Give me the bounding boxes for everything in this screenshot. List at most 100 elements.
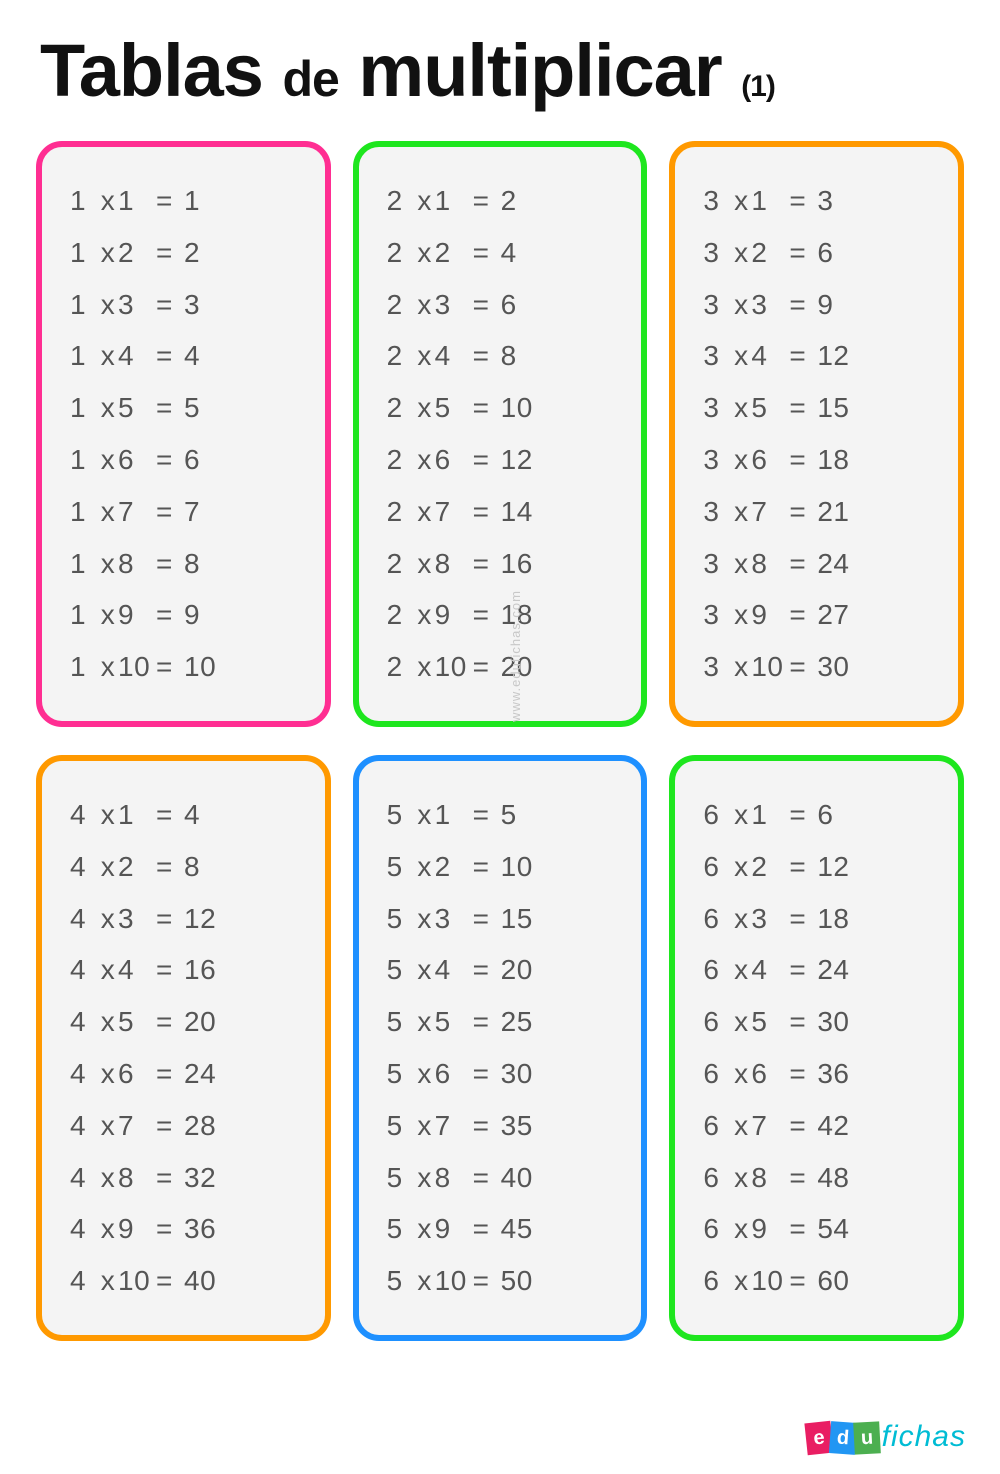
result: 24 (817, 944, 938, 996)
operand-a: 5 (387, 944, 415, 996)
operand-b: 1 (435, 175, 473, 227)
table-row: 1x2=2 (70, 227, 305, 279)
equals-symbol: = (473, 1152, 501, 1204)
operand-a: 4 (70, 841, 98, 893)
times-symbol: x (98, 1152, 118, 1204)
operand-b: 8 (118, 538, 156, 590)
table-row: 1x8=8 (70, 538, 305, 590)
operand-a: 4 (70, 893, 98, 945)
operand-a: 2 (387, 227, 415, 279)
logo-block-u: u (853, 1421, 881, 1454)
times-symbol: x (731, 227, 751, 279)
table-card-5: 5x1=55x2=105x3=155x4=205x5=255x6=305x7=3… (353, 755, 648, 1341)
tables-grid: 1x1=11x2=21x3=31x4=41x5=51x6=61x7=71x8=8… (0, 131, 1000, 1341)
equals-symbol: = (473, 434, 501, 486)
operand-b: 8 (751, 1152, 789, 1204)
table-row: 1x1=1 (70, 175, 305, 227)
operand-b: 2 (118, 841, 156, 893)
operand-b: 7 (751, 486, 789, 538)
table-row: 6x8=48 (703, 1152, 938, 1204)
result: 12 (184, 893, 305, 945)
table-row: 5x3=15 (387, 893, 622, 945)
equals-symbol: = (789, 589, 817, 641)
table-row: 1x5=5 (70, 382, 305, 434)
times-symbol: x (98, 279, 118, 331)
times-symbol: x (731, 486, 751, 538)
equals-symbol: = (789, 538, 817, 590)
times-symbol: x (415, 486, 435, 538)
times-symbol: x (731, 1255, 751, 1307)
result: 50 (501, 1255, 622, 1307)
table-row: 4x8=32 (70, 1152, 305, 1204)
equals-symbol: = (789, 996, 817, 1048)
operand-a: 5 (387, 1152, 415, 1204)
table-row: 2x7=14 (387, 486, 622, 538)
operand-a: 1 (70, 589, 98, 641)
result: 24 (184, 1048, 305, 1100)
table-card-1: 1x1=11x2=21x3=31x4=41x5=51x6=61x7=71x8=8… (36, 141, 331, 727)
result: 27 (817, 589, 938, 641)
table-row: 2x9=18 (387, 589, 622, 641)
operand-a: 6 (703, 996, 731, 1048)
operand-a: 2 (387, 279, 415, 331)
result: 60 (817, 1255, 938, 1307)
result: 6 (817, 789, 938, 841)
operand-b: 4 (435, 944, 473, 996)
times-symbol: x (415, 789, 435, 841)
equals-symbol: = (156, 382, 184, 434)
operand-b: 3 (118, 279, 156, 331)
equals-symbol: = (473, 944, 501, 996)
result: 10 (501, 382, 622, 434)
times-symbol: x (731, 641, 751, 693)
operand-b: 9 (118, 589, 156, 641)
operand-b: 5 (118, 996, 156, 1048)
result: 12 (817, 330, 938, 382)
table-row: 5x1=5 (387, 789, 622, 841)
table-row: 6x1=6 (703, 789, 938, 841)
times-symbol: x (731, 175, 751, 227)
equals-symbol: = (156, 1100, 184, 1152)
result: 8 (184, 538, 305, 590)
times-symbol: x (731, 382, 751, 434)
operand-b: 5 (751, 996, 789, 1048)
title-word-1: Tablas (40, 29, 263, 112)
operand-a: 2 (387, 382, 415, 434)
operand-b: 10 (118, 1255, 156, 1307)
table-row: 5x9=45 (387, 1203, 622, 1255)
times-symbol: x (98, 789, 118, 841)
operand-b: 3 (435, 893, 473, 945)
times-symbol: x (98, 996, 118, 1048)
equals-symbol: = (789, 1048, 817, 1100)
equals-symbol: = (156, 589, 184, 641)
result: 10 (501, 841, 622, 893)
times-symbol: x (415, 641, 435, 693)
times-symbol: x (98, 1255, 118, 1307)
operand-a: 3 (703, 589, 731, 641)
times-symbol: x (731, 589, 751, 641)
times-symbol: x (98, 893, 118, 945)
table-row: 3x9=27 (703, 589, 938, 641)
operand-a: 3 (703, 227, 731, 279)
result: 16 (501, 538, 622, 590)
equals-symbol: = (789, 382, 817, 434)
table-row: 5x6=30 (387, 1048, 622, 1100)
table-row: 6x2=12 (703, 841, 938, 893)
result: 14 (501, 486, 622, 538)
times-symbol: x (415, 1255, 435, 1307)
equals-symbol: = (789, 893, 817, 945)
times-symbol: x (98, 944, 118, 996)
operand-b: 5 (435, 382, 473, 434)
equals-symbol: = (473, 1048, 501, 1100)
table-row: 4x2=8 (70, 841, 305, 893)
result: 1 (184, 175, 305, 227)
operand-a: 6 (703, 1100, 731, 1152)
operand-a: 1 (70, 227, 98, 279)
equals-symbol: = (473, 641, 501, 693)
times-symbol: x (415, 1048, 435, 1100)
times-symbol: x (415, 589, 435, 641)
operand-b: 1 (751, 175, 789, 227)
table-row: 3x7=21 (703, 486, 938, 538)
times-symbol: x (98, 1100, 118, 1152)
result: 40 (184, 1255, 305, 1307)
operand-a: 1 (70, 330, 98, 382)
